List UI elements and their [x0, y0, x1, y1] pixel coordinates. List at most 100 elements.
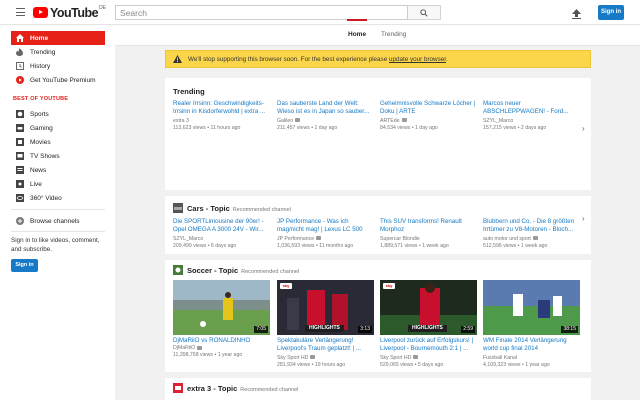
video-channel[interactable]: DjMaRiiO	[173, 345, 270, 352]
tab-trending[interactable]: Trending	[381, 31, 406, 38]
video-title[interactable]: Blubbern und Co. - Die 8 größten Irrtüme…	[483, 218, 580, 234]
video-meta: 4,109,323 views • 1 year ago	[483, 361, 550, 368]
video-title[interactable]: Spektakuläre Verlängerung! Liverpool's T…	[277, 337, 374, 353]
video-item[interactable]: 38:15 WM Finale 2014 Verlängerung world …	[483, 280, 580, 369]
video-title[interactable]: This SUV transforms! Renault Morphoz	[380, 218, 477, 234]
search-input[interactable]: Search	[115, 5, 408, 20]
feed-tabs: Home Trending	[115, 25, 640, 46]
video-meta: 209,499 views • 6 days ago	[173, 242, 237, 249]
video-title[interactable]: Das sauberste Land der Welt: Wieso ist e…	[277, 100, 374, 116]
sidebar-item-label: Get YouTube Premium	[30, 76, 96, 84]
channel-avatar[interactable]	[173, 383, 183, 393]
video-title[interactable]: WM Finale 2014 Verlängerung world cup fi…	[483, 337, 580, 353]
video-title[interactable]: Die SPORTLimousine der 90er! - Opel OMEG…	[173, 218, 270, 234]
sidebar-item-360-video[interactable]: 360° Video	[11, 191, 105, 205]
video-channel[interactable]: auto motor und sport	[483, 236, 580, 243]
video-item[interactable]: Realer Irrsinn: Geschwindigkeits-Irrsinn…	[173, 100, 270, 132]
video-meta: 1,889,571 views • 1 week ago	[380, 242, 449, 249]
verified-icon	[310, 355, 316, 360]
sidebar-item-label: Browse channels	[30, 217, 80, 225]
sidebar-item-gaming[interactable]: Gaming	[11, 121, 105, 135]
video-duration: 7:05	[254, 326, 268, 333]
video-item[interactable]: Geheimnisvolle Schwarze Löcher | Doku | …	[380, 100, 477, 132]
update-browser-link[interactable]: update your browser	[389, 56, 446, 63]
video-item[interactable]: Das sauberste Land der Welt: Wieso ist e…	[277, 100, 374, 132]
video-channel[interactable]: JP Performance	[277, 236, 374, 243]
sidebar-item-trending[interactable]: Trending	[11, 45, 105, 59]
history-icon	[15, 62, 24, 71]
sidebar-sign-in-button[interactable]: Sign in	[11, 259, 38, 272]
upload-button[interactable]	[572, 6, 581, 24]
sidebar-item-movies[interactable]: Movies	[11, 135, 105, 149]
video-channel[interactable]: Sky Sport HD	[380, 355, 477, 362]
video-title[interactable]: JP Performance - Was ich mag/nicht mag! …	[277, 218, 374, 234]
sidebar-item-home[interactable]: Home	[11, 31, 105, 45]
sidebar-item-premium[interactable]: Get YouTube Premium	[11, 73, 105, 87]
sidebar-item-label: News	[30, 166, 47, 174]
live-icon	[15, 180, 24, 189]
video-channel[interactable]: Galileo	[277, 118, 374, 125]
video-thumbnail[interactable]: 7:05	[173, 280, 270, 335]
video-meta: 512,596 views • 1 week ago	[483, 242, 548, 249]
gaming-icon	[15, 124, 24, 133]
flame-icon	[15, 48, 24, 57]
video-thumbnail[interactable]: sky HIGHLIGHTS 3:13	[277, 280, 374, 335]
video-item[interactable]: Die SPORTLimousine der 90er! - Opel OMEG…	[173, 218, 270, 250]
video-channel[interactable]: Supercar Blondie	[380, 236, 477, 243]
sidebar-item-sports[interactable]: Sports	[11, 107, 105, 121]
menu-icon[interactable]	[16, 8, 25, 16]
shelf-next-arrow-icon[interactable]: ›	[582, 124, 585, 133]
sidebar-item-news[interactable]: News	[11, 163, 105, 177]
video-meta: 157,215 views • 2 days ago	[483, 124, 547, 131]
movies-icon	[15, 138, 24, 147]
video-duration: 2:59	[461, 326, 475, 333]
video-meta: 281,934 views • 19 hours ago	[277, 361, 346, 368]
sidebar-item-label: History	[30, 62, 51, 70]
video-item[interactable]: Marcos neuer ABSCHLEPPWAGEN! - Ford... S…	[483, 100, 580, 132]
shelf-next-arrow-icon[interactable]: ›	[582, 214, 585, 223]
video-title[interactable]: Marcos neuer ABSCHLEPPWAGEN! - Ford...	[483, 100, 580, 116]
sidebar-item-history[interactable]: History	[11, 59, 105, 73]
section-title[interactable]: Cars - Topic Recommended channel	[187, 204, 291, 213]
search-button[interactable]	[408, 5, 441, 20]
sidebar-item-live[interactable]: Live	[11, 177, 105, 191]
cars-topic-section: Cars - Topic Recommended channel Die SPOR…	[165, 196, 591, 254]
youtube-icon	[15, 76, 24, 85]
sidebar-divider	[11, 209, 105, 210]
video-item[interactable]: sky HIGHLIGHTS 3:13 Spektakuläre Verläng…	[277, 280, 374, 369]
video-title[interactable]: Realer Irrsinn: Geschwindigkeits-Irrsinn…	[173, 100, 270, 116]
youtube-logo[interactable]: YouTube DE	[33, 5, 106, 20]
video-title[interactable]: Geheimnisvolle Schwarze Löcher | Doku | …	[380, 100, 477, 116]
channel-avatar[interactable]	[173, 265, 183, 275]
sidebar-item-label: TV Shows	[30, 152, 60, 160]
video-thumbnail[interactable]: 38:15	[483, 280, 580, 335]
video-channel[interactable]: SZYL_Marco	[483, 118, 580, 125]
video-duration: 3:13	[358, 326, 372, 333]
video-channel[interactable]: SZYL_Marco	[173, 236, 270, 243]
highlights-badge: HIGHLIGHTS	[305, 325, 344, 332]
video-channel[interactable]: Fussball Kanal	[483, 355, 580, 362]
sidebar-item-tv-shows[interactable]: TV Shows	[11, 149, 105, 163]
video-channel[interactable]: Sky Sport HD	[277, 355, 374, 362]
sidebar-item-browse-channels[interactable]: Browse channels	[11, 214, 105, 228]
section-title[interactable]: extra 3 - Topic Recommended channel	[187, 384, 298, 393]
tab-home[interactable]: Home	[348, 31, 366, 38]
video-meta: 1,036,593 views • 11 months ago	[277, 242, 354, 249]
video-item[interactable]: Blubbern und Co. - Die 8 größten Irrtüme…	[483, 218, 580, 250]
video-thumbnail[interactable]: sky HIGHLIGHTS 2:59	[380, 280, 477, 335]
video-meta: 84,534 views • 1 day ago	[380, 124, 438, 131]
sign-in-button[interactable]: Sign in	[598, 5, 624, 20]
video-item[interactable]: JP Performance - Was ich mag/nicht mag! …	[277, 218, 374, 250]
video-title[interactable]: Liverpool zurück auf Erfolgskurs! | Live…	[380, 337, 477, 353]
video-item[interactable]: 7:05 DjMaRiiO vs RONALDINHO DjMaRiiO 11,…	[173, 280, 270, 359]
verified-icon	[401, 118, 407, 123]
video-item[interactable]: This SUV transforms! Renault Morphoz Sup…	[380, 218, 477, 250]
video-channel[interactable]: extra 3	[173, 118, 270, 125]
search-icon	[420, 9, 428, 17]
channel-avatar[interactable]	[173, 203, 183, 213]
trending-section: Trending Realer Irrsinn: Geschwindigkeit…	[165, 78, 591, 190]
video-item[interactable]: sky HIGHLIGHTS 2:59 Liverpool zurück auf…	[380, 280, 477, 369]
video-channel[interactable]: ARTEde	[380, 118, 477, 125]
section-title[interactable]: Trending	[173, 87, 205, 96]
section-title[interactable]: Soccer - Topic Recommended channel	[187, 266, 299, 275]
